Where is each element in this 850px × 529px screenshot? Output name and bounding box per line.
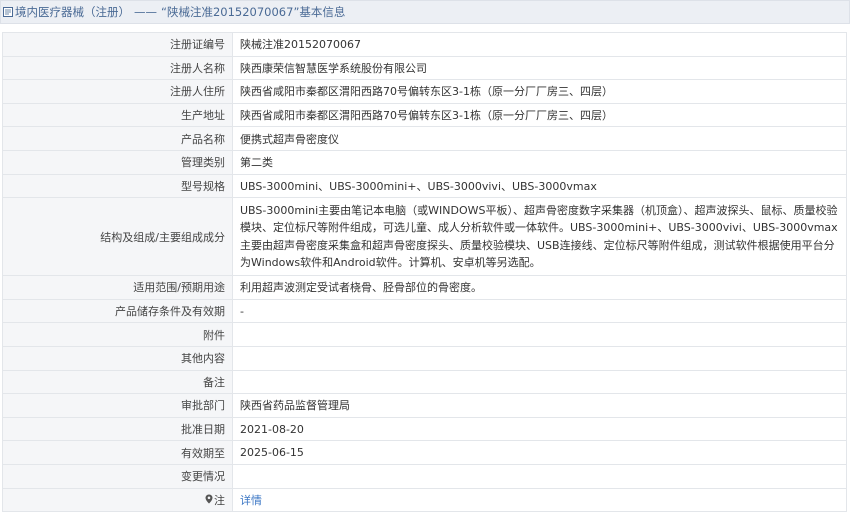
row-value: 2025-06-15 xyxy=(232,440,847,465)
details-link[interactable]: 详情 xyxy=(240,494,262,507)
table-row: 注册证编号 陕械注准20152070067 xyxy=(2,32,847,57)
row-value xyxy=(232,463,847,489)
row-label: 变更情况 xyxy=(2,463,233,489)
row-label: 型号规格 xyxy=(2,173,233,199)
table-row: 生产地址 陕西省咸阳市秦都区渭阳西路70号偏转东区3-1栋（原一分厂厂房三、四层） xyxy=(2,102,847,128)
info-table: 注册证编号 陕械注准20152070067 注册人名称 陕西康荣信智慧医学系统股份有… xyxy=(2,32,847,513)
row-value xyxy=(232,369,847,395)
row-label: 注册人住所 xyxy=(2,79,233,104)
row-value-note: 详情 xyxy=(232,487,847,513)
row-value: 便携式超声骨密度仪 xyxy=(232,126,847,151)
row-label: 生产地址 xyxy=(2,102,233,128)
row-label: 附件 xyxy=(2,322,233,347)
row-value: 陕西省咸阳市秦都区渭阳西路70号偏转东区3-1栋（原一分厂厂房三、四层） xyxy=(232,79,847,104)
table-row: 注册人住所 陕西省咸阳市秦都区渭阳西路70号偏转东区3-1栋（原一分厂厂房三、四层… xyxy=(2,79,847,104)
row-value xyxy=(232,345,847,371)
row-label: 注册证编号 xyxy=(2,32,233,57)
row-label: 适用范围/预期用途 xyxy=(2,275,233,300)
table-row: 有效期至 2025-06-15 xyxy=(2,440,847,465)
table-row: 产品储存条件及有效期 - xyxy=(2,298,847,324)
row-value: 2021-08-20 xyxy=(232,416,847,442)
row-label: 产品储存条件及有效期 xyxy=(2,298,233,324)
row-value: 陕械注准20152070067 xyxy=(232,32,847,57)
table-row: 变更情况 xyxy=(2,463,847,489)
table-row: 其他内容 xyxy=(2,345,847,371)
row-value: UBS-3000mini主要由笔记本电脑（或WINDOWS平板）、超声骨密度数字… xyxy=(232,197,847,277)
row-label: 审批部门 xyxy=(2,393,233,418)
document-icon xyxy=(3,7,13,17)
row-label-note: 注 xyxy=(2,487,233,513)
row-label: 结构及组成/主要组成成分 xyxy=(2,197,233,277)
row-value: 陕西省药品监督管理局 xyxy=(232,393,847,418)
table-row: 适用范围/预期用途 利用超声波测定受试者桡骨、胫骨部位的骨密度。 xyxy=(2,275,847,300)
page-header: 境内医疗器械（注册） —— “陕械注准20152070067”基本信息 xyxy=(0,0,850,24)
row-label: 备注 xyxy=(2,369,233,395)
header-title: “陕械注准20152070067”基本信息 xyxy=(161,5,346,19)
row-value: 陕西康荣信智慧医学系统股份有限公司 xyxy=(232,55,847,81)
table-row: 产品名称 便携式超声骨密度仪 xyxy=(2,126,847,151)
row-value: 利用超声波测定受试者桡骨、胫骨部位的骨密度。 xyxy=(232,275,847,300)
table-row: 审批部门 陕西省药品监督管理局 xyxy=(2,393,847,418)
row-label: 批准日期 xyxy=(2,416,233,442)
row-label: 管理类别 xyxy=(2,149,233,175)
header-separator: —— xyxy=(134,5,157,19)
table-row: 备注 xyxy=(2,369,847,395)
table-row: 批准日期 2021-08-20 xyxy=(2,416,847,442)
row-value: 第二类 xyxy=(232,149,847,175)
row-value: - xyxy=(232,298,847,324)
table-row: 注册人名称 陕西康荣信智慧医学系统股份有限公司 xyxy=(2,55,847,81)
row-value: 陕西省咸阳市秦都区渭阳西路70号偏转东区3-1栋（原一分厂厂房三、四层） xyxy=(232,102,847,128)
row-label: 其他内容 xyxy=(2,345,233,371)
row-value: UBS-3000mini、UBS-3000mini+、UBS-3000vivi、… xyxy=(232,173,847,199)
map-pin-icon xyxy=(205,494,213,504)
table-row: 管理类别 第二类 xyxy=(2,149,847,175)
row-label: 产品名称 xyxy=(2,126,233,151)
row-label: 有效期至 xyxy=(2,440,233,465)
table-row: 结构及组成/主要组成成分 UBS-3000mini主要由笔记本电脑（或WINDOW… xyxy=(2,197,847,277)
row-value xyxy=(232,322,847,347)
table-row: 型号规格 UBS-3000mini、UBS-3000mini+、UBS-3000v… xyxy=(2,173,847,199)
table-row: 附件 xyxy=(2,322,847,347)
header-category: 境内医疗器械（注册） xyxy=(15,5,130,19)
row-label: 注册人名称 xyxy=(2,55,233,81)
table-row-note: 注 详情 xyxy=(2,487,847,513)
note-label: 注 xyxy=(214,493,225,507)
